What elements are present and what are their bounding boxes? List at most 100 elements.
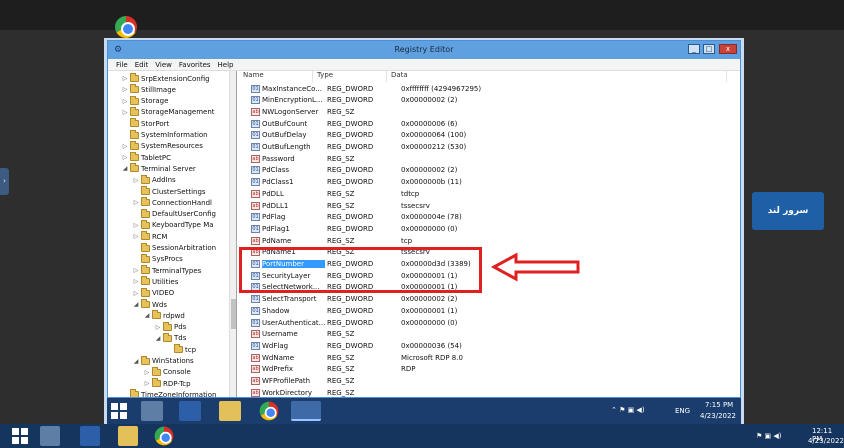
- expand-arrow-icon[interactable]: ▷: [144, 369, 150, 376]
- tree-item[interactable]: ◢ Terminal Server: [122, 163, 196, 174]
- value-row[interactable]: 01 PdClass1 REG_DWORD 0x0000000b (11): [251, 177, 462, 188]
- menu-favorites[interactable]: Favorites: [179, 61, 211, 69]
- local-tray-icons[interactable]: ⚑ ▣ ◀): [756, 432, 781, 440]
- local-file-explorer-icon[interactable]: [118, 426, 138, 446]
- language-indicator[interactable]: ENG: [675, 407, 690, 415]
- remote-start-icon[interactable]: [111, 403, 127, 419]
- value-row[interactable]: 01 OutBufDelay REG_DWORD 0x00000064 (100): [251, 130, 466, 141]
- tree-item[interactable]: ▷ AddIns: [133, 174, 176, 186]
- powershell-icon[interactable]: [179, 401, 201, 421]
- local-chrome-icon[interactable]: [154, 426, 174, 446]
- close-button[interactable]: x: [719, 44, 737, 54]
- expand-arrow-icon[interactable]: ▷: [122, 75, 128, 82]
- tree-item[interactable]: ▷ KeyboardType Ma: [133, 219, 214, 231]
- value-row[interactable]: ab PdDLL1 REG_SZ tssecsrv: [251, 200, 430, 211]
- tree-item[interactable]: ◢ Wds: [133, 299, 167, 310]
- value-row[interactable]: 01 MaxInstanceCo... REG_DWORD 0xffffffff (4…: [251, 83, 481, 94]
- tray-icons[interactable]: ⌃ ⚑ ▣ ◀): [611, 406, 645, 414]
- expand-arrow-icon[interactable]: ▷: [133, 278, 139, 285]
- value-row[interactable]: 01 OutBufLength REG_DWORD 0x00000212 (530): [251, 142, 466, 153]
- chrome-desktop-icon[interactable]: [115, 16, 137, 38]
- tree-item[interactable]: ▷ StorageManagement: [122, 106, 215, 118]
- menu-view[interactable]: View: [155, 61, 172, 69]
- tree-item[interactable]: ▷ VIDEO: [133, 287, 174, 299]
- tree-item[interactable]: ◢ WinStations: [133, 355, 194, 367]
- value-row[interactable]: 01 PdFlag1 REG_DWORD 0x00000000 (0): [251, 223, 457, 234]
- expand-arrow-icon[interactable]: ▷: [133, 222, 139, 229]
- value-row[interactable]: ab PdName REG_SZ tcp: [251, 235, 412, 246]
- local-server-manager-icon[interactable]: [40, 426, 60, 446]
- tree-item[interactable]: ▷ SrpExtensionConfig: [122, 73, 210, 84]
- tree-item[interactable]: ▷ TabletPC: [122, 152, 171, 163]
- expand-arrow-icon[interactable]: ▷: [133, 177, 139, 184]
- local-start-icon[interactable]: [12, 428, 28, 444]
- tree-item[interactable]: SystemInformation: [122, 129, 208, 141]
- local-clock-date[interactable]: 4/23/2022: [808, 437, 844, 445]
- tree-item[interactable]: ▷ TerminalTypes: [133, 265, 201, 276]
- value-row[interactable]: 01 UserAuthenticat... REG_DWORD 0x00000000 …: [251, 317, 457, 328]
- expand-arrow-icon[interactable]: ▷: [122, 86, 128, 93]
- tree-item[interactable]: ◢ Tds: [155, 332, 186, 344]
- expand-arrow-icon[interactable]: ◢: [122, 165, 128, 172]
- tree-item[interactable]: ▷ Pds: [155, 321, 186, 333]
- expand-arrow-icon[interactable]: ▷: [122, 154, 128, 161]
- expand-arrow-icon[interactable]: ◢: [133, 301, 139, 308]
- value-row[interactable]: ab WFProfilePath REG_SZ: [251, 376, 354, 387]
- tree-item[interactable]: ClusterSettings: [133, 186, 206, 197]
- tree-item[interactable]: ▷ StillImage: [122, 84, 176, 95]
- tree-item[interactable]: SysProcs: [133, 253, 183, 265]
- expand-arrow-icon[interactable]: ▷: [133, 267, 139, 274]
- value-row[interactable]: 01 OutBufCount REG_DWORD 0x00000006 (6): [251, 118, 457, 129]
- tree-item[interactable]: TimeZoneInformation: [122, 389, 216, 397]
- expand-arrow-icon[interactable]: ▷: [133, 199, 139, 206]
- remote-clock-date[interactable]: 4/23/2022: [700, 412, 736, 420]
- chrome-taskbar-icon[interactable]: [259, 401, 279, 421]
- value-row[interactable]: 01 Shadow REG_DWORD 0x00000001 (1): [251, 305, 457, 316]
- value-row[interactable]: ab Password REG_SZ: [251, 153, 354, 164]
- tree-item[interactable]: ◢ rdpwd: [144, 310, 185, 321]
- column-header-name[interactable]: Name: [239, 71, 313, 82]
- expand-arrow-icon[interactable]: ◢: [133, 358, 139, 365]
- value-row[interactable]: ab PdDLL REG_SZ tdtcp: [251, 188, 419, 199]
- minimize-button[interactable]: _: [688, 44, 700, 54]
- value-row[interactable]: ab WorkDirectory REG_SZ: [251, 387, 354, 397]
- expand-arrow-icon[interactable]: ▷: [144, 380, 150, 387]
- value-row[interactable]: 01 PdFlag REG_DWORD 0x0000004e (78): [251, 212, 462, 223]
- value-row[interactable]: 01 SelectTransport REG_DWORD 0x00000002 (2): [251, 294, 457, 305]
- expand-arrow-icon[interactable]: ◢: [155, 335, 161, 342]
- tree-item[interactable]: ▷ RCM: [133, 231, 167, 242]
- titlebar[interactable]: ⚙ Registry Editor _ □ x: [108, 41, 740, 59]
- tree-item[interactable]: tcp: [166, 344, 196, 355]
- tree-item[interactable]: StorPort: [122, 118, 169, 129]
- remote-clock-time[interactable]: 7:15 PM: [705, 401, 733, 409]
- local-powershell-icon[interactable]: [80, 426, 100, 446]
- expand-arrow-icon[interactable]: ▷: [155, 324, 161, 331]
- maximize-button[interactable]: □: [703, 44, 715, 54]
- file-explorer-icon[interactable]: [219, 401, 241, 421]
- tree-item[interactable]: ▷ ConnectionHandl: [133, 197, 212, 208]
- value-row[interactable]: ab Username REG_SZ: [251, 329, 354, 340]
- tree-item[interactable]: SessionArbitration: [133, 242, 216, 254]
- regedit-taskbar-icon[interactable]: [291, 401, 321, 421]
- expand-arrow-icon[interactable]: ▷: [122, 143, 128, 150]
- tree-item[interactable]: ▷ Storage: [122, 95, 168, 107]
- tree-item[interactable]: DefaultUserConfig: [133, 208, 216, 220]
- column-header-data[interactable]: Data: [387, 71, 727, 82]
- expand-arrow-icon[interactable]: ▷: [133, 290, 139, 297]
- side-panel-handle-icon[interactable]: ›: [0, 168, 9, 195]
- value-row[interactable]: 01 PdClass REG_DWORD 0x00000002 (2): [251, 165, 457, 176]
- value-row[interactable]: ab WdPrefix REG_SZ RDP: [251, 364, 415, 375]
- expand-arrow-icon[interactable]: ◢: [144, 312, 150, 319]
- tree-item[interactable]: ▷ Console: [144, 366, 191, 378]
- tree-item[interactable]: ▷ SystemResources: [122, 140, 203, 152]
- tree-item[interactable]: ▷ RDP-Tcp: [144, 378, 191, 389]
- menu-file[interactable]: File: [116, 61, 128, 69]
- expand-arrow-icon[interactable]: ▷: [133, 233, 139, 240]
- tree-scrollbar[interactable]: [229, 71, 236, 397]
- expand-arrow-icon[interactable]: ▷: [122, 109, 128, 116]
- tree-scroll-thumb[interactable]: [231, 299, 236, 329]
- menu-edit[interactable]: Edit: [135, 61, 149, 69]
- column-header-type[interactable]: Type: [313, 71, 387, 82]
- expand-arrow-icon[interactable]: ▷: [122, 98, 128, 105]
- tree-item[interactable]: ▷ Utilities: [133, 276, 178, 287]
